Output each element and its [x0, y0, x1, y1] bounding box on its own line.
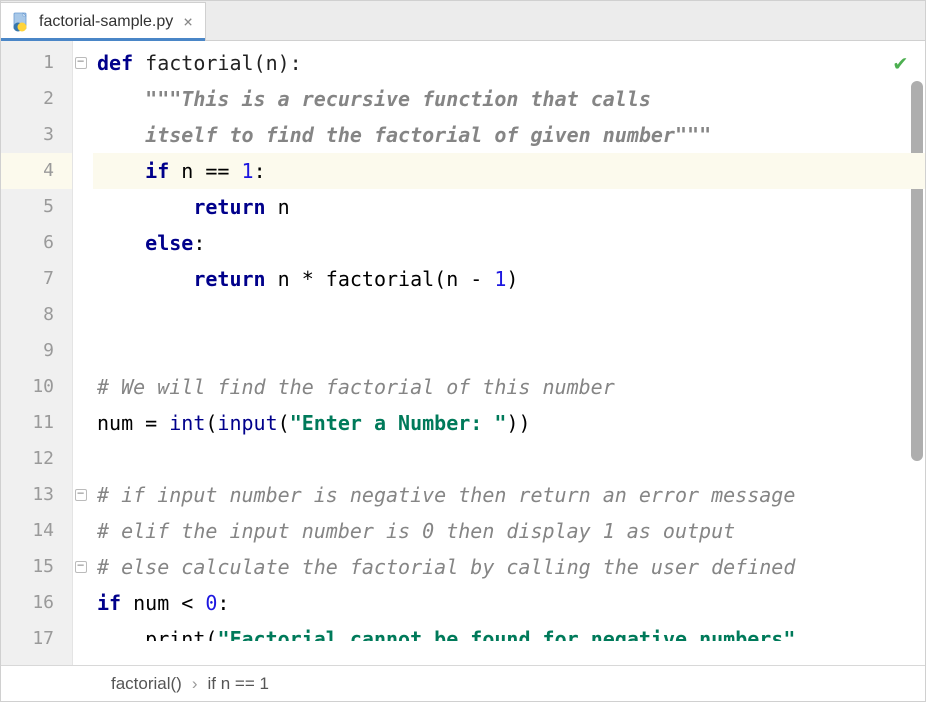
tab-filename: factorial-sample.py [39, 13, 173, 31]
breadcrumb-bar: factorial() › if n == 1 [1, 665, 925, 701]
code-line: else: [93, 225, 925, 261]
line-number[interactable]: 14 [1, 513, 72, 549]
fold-toggle-icon[interactable] [75, 57, 87, 69]
line-number[interactable]: 17 [1, 621, 72, 657]
chevron-right-icon: › [192, 674, 198, 694]
line-number[interactable]: 8 [1, 297, 72, 333]
breadcrumb-item[interactable]: if n == 1 [208, 674, 269, 694]
code-line: # elif the input number is 0 then displa… [93, 513, 925, 549]
editor: ✔ 1 2 3 4 5 6 7 8 9 10 11 12 13 14 15 16… [1, 41, 925, 665]
code-line: # else calculate the factorial by callin… [93, 549, 925, 585]
code-line: def factorial(n): [93, 45, 925, 81]
fold-toggle-icon[interactable] [75, 561, 87, 573]
code-line [93, 441, 925, 477]
line-number[interactable]: 10 [1, 369, 72, 405]
code-line: itself to find the factorial of given nu… [93, 117, 925, 153]
code-line [93, 297, 925, 333]
line-number[interactable]: 16 [1, 585, 72, 621]
code-line: num = int(input("Enter a Number: ")) [93, 405, 925, 441]
line-number[interactable]: 9 [1, 333, 72, 369]
breadcrumb-item[interactable]: factorial() [111, 674, 182, 694]
code-line: """This is a recursive function that cal… [93, 81, 925, 117]
python-file-icon [11, 12, 31, 32]
line-number[interactable]: 11 [1, 405, 72, 441]
line-number[interactable]: 4 [1, 153, 72, 189]
analysis-ok-icon[interactable]: ✔ [894, 51, 907, 76]
file-tab[interactable]: factorial-sample.py × [1, 2, 206, 40]
line-number[interactable]: 2 [1, 81, 72, 117]
line-number[interactable]: 5 [1, 189, 72, 225]
fold-gutter [73, 41, 93, 665]
code-line [93, 333, 925, 369]
line-number[interactable]: 15 [1, 549, 72, 585]
line-number[interactable]: 1 [1, 45, 72, 81]
code-line: # We will find the factorial of this num… [93, 369, 925, 405]
code-area[interactable]: def factorial(n): """This is a recursive… [93, 41, 925, 665]
close-tab-icon[interactable]: × [183, 12, 193, 31]
line-number[interactable]: 13 [1, 477, 72, 513]
code-line: print("Factorial cannot be found for neg… [93, 621, 925, 641]
line-number[interactable]: 7 [1, 261, 72, 297]
tab-bar: factorial-sample.py × [1, 1, 925, 41]
code-line: # if input number is negative then retur… [93, 477, 925, 513]
line-number[interactable]: 3 [1, 117, 72, 153]
line-number[interactable]: 12 [1, 441, 72, 477]
fold-toggle-icon[interactable] [75, 489, 87, 501]
line-number[interactable]: 6 [1, 225, 72, 261]
code-line: return n [93, 189, 925, 225]
code-line: if num < 0: [93, 585, 925, 621]
code-line: if n == 1: [93, 153, 925, 189]
code-line: return n * factorial(n - 1) [93, 261, 925, 297]
line-number-gutter: 1 2 3 4 5 6 7 8 9 10 11 12 13 14 15 16 1… [1, 41, 73, 665]
